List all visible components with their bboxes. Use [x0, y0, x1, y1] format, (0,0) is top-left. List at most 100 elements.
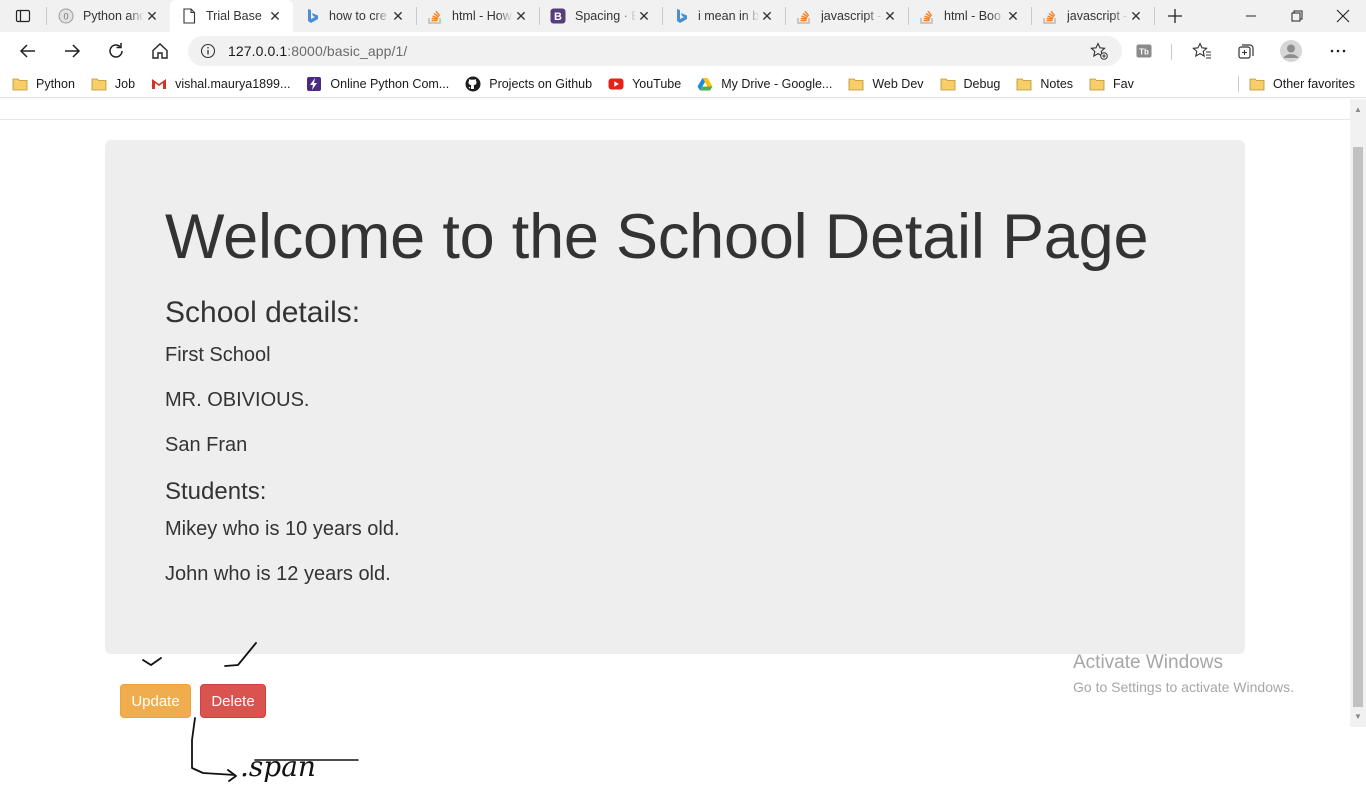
- bing-icon: [304, 8, 320, 24]
- folder-icon: [91, 76, 107, 92]
- document-icon: [181, 8, 197, 24]
- profile-button[interactable]: [1276, 37, 1306, 65]
- close-icon[interactable]: ✕: [1005, 8, 1021, 24]
- scroll-up-arrow-icon[interactable]: ▲: [1354, 105, 1362, 114]
- favorites-button[interactable]: [1187, 37, 1217, 65]
- home-icon: [152, 43, 168, 59]
- avatar-icon: [1280, 40, 1302, 62]
- tab-bing-search-2[interactable]: i mean in b ✕: [662, 0, 785, 32]
- restore-icon: [1291, 10, 1303, 22]
- close-icon[interactable]: ✕: [636, 8, 652, 24]
- tab-actions-icon: [15, 9, 31, 23]
- extension-icon: Tb: [1136, 44, 1152, 58]
- collections-icon: [1238, 44, 1254, 59]
- svg-text:0: 0: [63, 12, 68, 22]
- new-tab-button[interactable]: [1155, 0, 1195, 32]
- tab-title: how to cre: [329, 9, 387, 23]
- school-location: San Fran: [165, 434, 248, 456]
- scrollbar-thumb[interactable]: [1353, 147, 1363, 707]
- site-info-button[interactable]: [188, 43, 228, 59]
- tab-title: Python and: [83, 9, 144, 23]
- forward-arrow-icon: [65, 44, 81, 58]
- page-scrollbar[interactable]: ▲ ▼: [1350, 99, 1366, 727]
- refresh-button[interactable]: [101, 37, 131, 65]
- svg-text:B: B: [554, 11, 562, 23]
- github-icon: [465, 76, 481, 92]
- bookmark-label: vishal.maurya1899...: [175, 76, 291, 91]
- bookmark-notes[interactable]: Notes: [1016, 72, 1081, 96]
- back-button[interactable]: [13, 37, 43, 65]
- bookmark-label: Python: [36, 76, 75, 91]
- google-drive-icon: [697, 76, 713, 92]
- plus-icon: [1168, 9, 1182, 23]
- bookmark-online-python[interactable]: Online Python Com...: [306, 72, 457, 96]
- toolbar-divider: [1171, 44, 1172, 60]
- url-text[interactable]: 127.0.0.1:8000/basic_app/1/: [228, 43, 407, 59]
- gmail-icon: [151, 76, 167, 92]
- bookmark-debug[interactable]: Debug: [940, 72, 1009, 96]
- close-icon[interactable]: ✕: [759, 8, 775, 24]
- svg-text:Tb: Tb: [1139, 48, 1149, 57]
- tab-stackoverflow-2[interactable]: javascript - ✕: [785, 0, 908, 32]
- tab-python[interactable]: 0 Python and ✕: [47, 0, 170, 32]
- bookmark-youtube[interactable]: YouTube: [608, 72, 689, 96]
- close-icon[interactable]: ✕: [390, 8, 406, 24]
- close-icon[interactable]: ✕: [267, 8, 283, 24]
- bookmark-label: YouTube: [632, 76, 682, 91]
- tab-title: html - How: [452, 9, 512, 23]
- student-item: Mikey who is 10 years old.: [165, 518, 400, 540]
- bookmark-label: Online Python Com...: [330, 76, 450, 91]
- home-button[interactable]: [145, 37, 175, 65]
- bookmark-label: Debug: [963, 76, 1001, 91]
- bookmark-label: Projects on Github: [489, 76, 593, 91]
- close-icon[interactable]: ✕: [882, 8, 898, 24]
- address-bar[interactable]: 127.0.0.1:8000/basic_app/1/: [188, 36, 1122, 66]
- collections-button[interactable]: [1231, 37, 1261, 65]
- tab-trial-base[interactable]: Trial Base ✕: [170, 0, 293, 32]
- jumbotron: Welcome to the School Detail Page School…: [105, 140, 1245, 654]
- url-host: 127.0.0.1: [228, 43, 288, 59]
- bookmarks-divider: [1238, 76, 1239, 92]
- bookmark-label: Other favorites: [1273, 77, 1355, 91]
- bookmark-python[interactable]: Python: [12, 72, 83, 96]
- bookmark-google-drive[interactable]: My Drive - Google...: [697, 72, 840, 96]
- bookmarks-bar: Python Job vishal.maurya1899... Online P…: [0, 70, 1366, 98]
- close-icon[interactable]: ✕: [513, 8, 529, 24]
- bookmark-fav[interactable]: Fav: [1089, 72, 1142, 96]
- bookmark-job[interactable]: Job: [91, 72, 143, 96]
- bookmark-web-dev[interactable]: Web Dev: [848, 72, 931, 96]
- add-favorite-button[interactable]: [1090, 42, 1108, 60]
- tab-stackoverflow-4[interactable]: javascript - ✕: [1031, 0, 1154, 32]
- restore-button[interactable]: [1274, 0, 1320, 32]
- bookmark-gmail[interactable]: vishal.maurya1899...: [151, 72, 298, 96]
- close-icon[interactable]: ✕: [1128, 8, 1144, 24]
- watermark-line-1: Activate Windows: [1073, 652, 1223, 673]
- bookmark-github[interactable]: Projects on Github: [465, 72, 600, 96]
- tab-actions-button[interactable]: [0, 0, 46, 32]
- favorites-icon: [1192, 42, 1211, 59]
- minimize-button[interactable]: [1228, 0, 1274, 32]
- watermark-line-2: Go to Settings to activate Windows.: [1073, 679, 1294, 695]
- folder-icon: [848, 76, 864, 92]
- tab-bootstrap-spacing[interactable]: B Spacing · B ✕: [539, 0, 662, 32]
- bootstrap-icon: B: [550, 8, 566, 24]
- bookmark-other-favorites[interactable]: Other favorites: [1249, 72, 1363, 96]
- tab-stackoverflow-3[interactable]: html - Boo ✕: [908, 0, 1031, 32]
- bookmark-label: Notes: [1040, 76, 1074, 91]
- extension-button[interactable]: Tb: [1129, 37, 1159, 65]
- school-name: First School: [165, 344, 271, 366]
- update-button[interactable]: Update: [120, 684, 191, 718]
- stackoverflow-icon: [919, 8, 935, 24]
- lightning-icon: [306, 76, 322, 92]
- forward-button[interactable]: [57, 37, 87, 65]
- close-icon[interactable]: ✕: [144, 8, 160, 24]
- tab-stackoverflow[interactable]: html - How ✕: [416, 0, 539, 32]
- students-heading: Students:: [165, 478, 267, 505]
- folder-icon: [1089, 76, 1105, 92]
- settings-menu-button[interactable]: [1323, 37, 1353, 65]
- scroll-down-arrow-icon[interactable]: ▼: [1354, 712, 1362, 721]
- refresh-icon: [109, 43, 123, 58]
- close-window-button[interactable]: [1320, 0, 1366, 32]
- tab-bing-search[interactable]: how to cre ✕: [293, 0, 416, 32]
- delete-button[interactable]: Delete: [200, 684, 266, 718]
